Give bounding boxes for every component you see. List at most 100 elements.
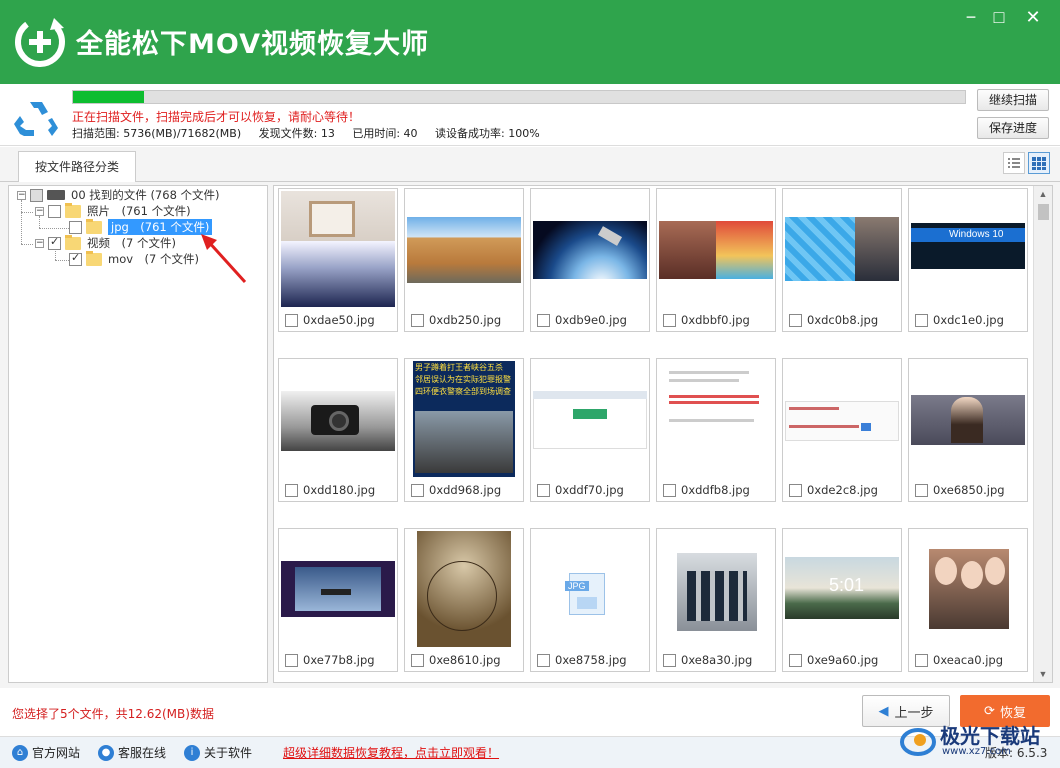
thumbnail-checkbox[interactable] (915, 483, 928, 497)
watermark-url: www.xz7.com (942, 746, 1011, 757)
videos-checkbox[interactable] (48, 235, 61, 250)
collapse-toggle[interactable]: − (35, 206, 44, 216)
thumbnail-footer: 0xdb250.jpg (405, 309, 523, 331)
thumbnail-card[interactable]: 0xddfb8.jpg (656, 358, 776, 502)
thumbnail-card[interactable]: 0xe8610.jpg (404, 528, 524, 672)
thumbnail-image[interactable] (911, 361, 1025, 477)
collapse-toggle[interactable]: − (35, 238, 44, 248)
thumbnail-card[interactable]: 0xdd180.jpg (278, 358, 398, 502)
thumbnail-image[interactable]: JPG (533, 531, 647, 647)
root-checkbox[interactable] (30, 188, 43, 202)
tree-item-videos[interactable]: − 视频 (7 个文件) (35, 234, 176, 251)
tree-root[interactable]: − 00 找到的文件 (768 个文件) (17, 187, 220, 203)
thumbnail-card[interactable]: 0xde2c8.jpg (782, 358, 902, 502)
thumbnail-card[interactable]: JPG 0xe8758.jpg (530, 528, 650, 672)
thumbnail-checkbox[interactable] (789, 313, 802, 327)
list-view-button[interactable] (1003, 152, 1025, 174)
about-software-link[interactable]: i 关于软件 (184, 744, 252, 761)
tab-by-file-path[interactable]: 按文件路径分类 (18, 151, 136, 183)
minimize-button[interactable]: − (960, 6, 982, 28)
tree-item-jpg[interactable]: jpg (761 个文件) (69, 218, 213, 235)
official-website-link[interactable]: ⌂ 官方网站 (12, 744, 80, 761)
collapse-toggle[interactable]: − (17, 190, 26, 200)
thumbnail-card[interactable]: 0xeaca0.jpg (908, 528, 1028, 672)
win10-text: Windows 10 (949, 229, 1004, 240)
tree-item-photos[interactable]: − 照片 (761 个文件) (35, 202, 191, 219)
thumbnail-card[interactable]: 0xdae50.jpg (278, 188, 398, 332)
thumbnail-image[interactable]: 5:01 (785, 531, 899, 647)
thumbnail-card[interactable]: 0xddf70.jpg (530, 358, 650, 502)
thumbnail-checkbox[interactable] (663, 653, 676, 667)
mov-checkbox[interactable] (69, 251, 82, 266)
recycle-icon (14, 102, 58, 136)
thumbnail-checkbox[interactable] (411, 653, 424, 667)
thumbnail-image[interactable] (785, 191, 899, 307)
thumbnail-card[interactable]: Windows 10 0xdc1e0.jpg (908, 188, 1028, 332)
thumbnail-image[interactable] (281, 531, 395, 647)
thumbnail-card[interactable]: 5:01 0xe9a60.jpg (782, 528, 902, 672)
continue-scan-button[interactable]: 继续扫描 (977, 89, 1049, 111)
scroll-up-icon[interactable]: ▲ (1034, 186, 1052, 202)
thumbnail-card[interactable]: 男子蹲着打王者峡谷五杀 邻居误认为在实际犯罪报警 四环便衣警察全部到场调查 0xdd9… (404, 358, 524, 502)
thumbnail-image[interactable] (533, 191, 647, 307)
tree-connector (21, 244, 33, 245)
grid-view-button[interactable] (1028, 152, 1050, 174)
app-title: 全能松下MOV视频恢复大师 (76, 29, 429, 60)
thumbnail-filename: 0xde2c8.jpg (807, 483, 878, 497)
thumbnail-card[interactable]: 0xdc0b8.jpg (782, 188, 902, 332)
thumbnail-checkbox[interactable] (411, 483, 424, 497)
thumbnail-image[interactable] (659, 191, 773, 307)
maximize-button[interactable]: □ (988, 6, 1010, 28)
thumbnail-image[interactable] (659, 531, 773, 647)
thumbnail-card[interactable]: 0xdbbf0.jpg (656, 188, 776, 332)
thumbnail-checkbox[interactable] (537, 313, 550, 327)
thumbnail-footer: 0xe8758.jpg (531, 649, 649, 671)
thumbnail-image[interactable] (281, 361, 395, 477)
thumbnail-checkbox[interactable] (915, 313, 928, 327)
thumbnail-card[interactable]: 0xe77b8.jpg (278, 528, 398, 672)
online-support-link[interactable]: ● 客服在线 (98, 744, 166, 761)
thumbnail-checkbox[interactable] (285, 653, 298, 667)
thumbnail-filename: 0xdbbf0.jpg (681, 313, 750, 327)
thumbnail-image[interactable] (785, 361, 899, 477)
thumbnail-filename: 0xdc1e0.jpg (933, 313, 1004, 327)
thumbnail-image[interactable]: Windows 10 (911, 191, 1025, 307)
folder-icon (65, 202, 81, 218)
thumbnail-checkbox[interactable] (537, 483, 550, 497)
close-button[interactable]: ✕ (1022, 6, 1044, 28)
thumbnail-checkbox[interactable] (789, 653, 802, 667)
thumbnail-checkbox[interactable] (285, 483, 298, 497)
tutorial-link[interactable]: 超级详细数据恢复教程，点击立即观看！ (283, 744, 499, 761)
thumbnail-filename: 0xe77b8.jpg (303, 653, 375, 667)
thumbnail-image[interactable] (659, 361, 773, 477)
thumbnail-image[interactable] (407, 531, 521, 647)
thumbnail-card[interactable]: 0xe6850.jpg (908, 358, 1028, 502)
thumbnail-checkbox[interactable] (285, 313, 298, 327)
thumbnail-image[interactable] (407, 191, 521, 307)
tree-item-mov[interactable]: mov (7 个文件) (69, 250, 199, 267)
thumbnail-footer: 0xe6850.jpg (909, 479, 1027, 501)
photos-checkbox[interactable] (48, 204, 61, 218)
thumbnail-checkbox[interactable] (789, 483, 802, 497)
thumbnail-checkbox[interactable] (537, 653, 550, 667)
jpg-badge: JPG (565, 581, 589, 591)
thumbnail-image[interactable]: 男子蹲着打王者峡谷五杀 邻居误认为在实际犯罪报警 四环便衣警察全部到场调查 (407, 361, 521, 477)
thumbnail-card[interactable]: 0xe8a30.jpg (656, 528, 776, 672)
thumbnail-card[interactable]: 0xdb9e0.jpg (530, 188, 650, 332)
thumbnail-checkbox[interactable] (663, 313, 676, 327)
scroll-down-icon[interactable]: ▼ (1034, 666, 1052, 682)
thumbnail-checkbox[interactable] (663, 483, 676, 497)
thumbnail-image[interactable] (281, 191, 395, 307)
thumbnail-card[interactable]: 0xdb250.jpg (404, 188, 524, 332)
jpg-checkbox[interactable] (69, 220, 82, 234)
thumbnail-checkbox[interactable] (411, 313, 424, 327)
thumbnail-image[interactable] (533, 361, 647, 477)
scroll-thumb[interactable] (1038, 204, 1049, 220)
thumbnail-image[interactable] (911, 531, 1025, 647)
tree-jpg-label: jpg (761 个文件) (108, 219, 213, 235)
vertical-scrollbar[interactable]: ▲ ▼ (1033, 186, 1052, 682)
drive-icon (47, 190, 65, 200)
thumbnail-checkbox[interactable] (915, 653, 928, 667)
save-progress-button[interactable]: 保存进度 (977, 117, 1049, 139)
thumbnail-footer: 0xeaca0.jpg (909, 649, 1027, 671)
